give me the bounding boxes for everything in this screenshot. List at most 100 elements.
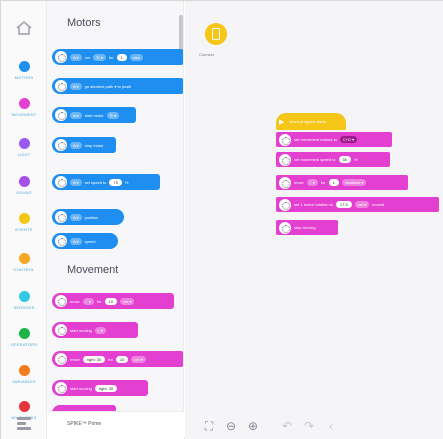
block-set-movement-motors[interactable]: set movement motors to C+D ▾ xyxy=(276,132,392,147)
hub-port-icon xyxy=(55,211,67,223)
category-movement[interactable]: MOVEMENT xyxy=(1,98,47,117)
home-icon[interactable] xyxy=(15,19,33,37)
category-control[interactable]: CONTROL xyxy=(1,253,47,272)
direction-dropdown[interactable]: ↻ ▾ xyxy=(93,53,106,61)
value-input[interactable]: 1 xyxy=(116,53,127,61)
block-move-for[interactable]: move ↑ ▾ for 10 cm ▾ xyxy=(52,293,174,309)
hub-port-icon xyxy=(279,133,291,146)
block-stop-motor[interactable]: A ▾ stop motor xyxy=(52,137,116,153)
category-label: CONTROL xyxy=(13,267,35,272)
hub-selector-bar[interactable]: SPIKE™ Prime xyxy=(47,411,184,439)
category-events[interactable]: EVENTS xyxy=(1,213,47,232)
category-light[interactable]: LIGHT xyxy=(1,138,47,157)
hub-port-icon xyxy=(55,382,67,394)
block-set-motor-rotation[interactable]: set 1 motor rotation to 17.5 cm ▾ moved xyxy=(276,197,439,212)
unit-dropdown[interactable]: rota xyxy=(129,53,143,61)
block-text: for xyxy=(320,180,326,185)
block-start-moving-steer[interactable]: start moving right: 30 xyxy=(52,380,148,396)
hub-name: SPIKE™ Prime xyxy=(67,421,102,427)
direction-dropdown[interactable]: ↑ ▾ xyxy=(94,326,106,334)
port-dropdown[interactable]: A ▾ xyxy=(70,82,82,90)
category-dot xyxy=(18,291,30,302)
redo-icon[interactable]: ↷ xyxy=(302,419,316,433)
port-dropdown[interactable]: A ▾ xyxy=(70,237,82,245)
block-motor-go-to-position[interactable]: A ▾ go shortest path ▾ to positi xyxy=(52,78,183,94)
port-dropdown[interactable]: A ▾ xyxy=(70,111,82,119)
category-dot xyxy=(18,253,30,264)
block-text: position xyxy=(84,214,99,220)
category-dot xyxy=(18,328,30,339)
port-dropdown[interactable]: A ▾ xyxy=(70,178,82,186)
category-dot xyxy=(18,401,30,412)
category-label: MOVEMENT xyxy=(11,112,37,117)
category-operators[interactable]: OPERATORS xyxy=(1,328,47,347)
undo-icon[interactable]: ↶ xyxy=(280,419,294,433)
steering-input[interactable]: right: 30 xyxy=(82,355,106,363)
programming-canvas[interactable]: Connect ▶ when program starts set moveme… xyxy=(185,1,443,439)
block-move-steer-for[interactable]: move right: 30 for 10 cm ▾ xyxy=(52,351,183,367)
hub-port-icon xyxy=(279,221,291,234)
motors-dropdown[interactable]: C+D ▾ xyxy=(339,136,358,143)
category-variables[interactable]: VARIABLES xyxy=(1,365,47,384)
block-text: for xyxy=(96,298,102,304)
category-dot xyxy=(18,138,30,149)
hub-port-icon xyxy=(55,109,67,121)
category-dot xyxy=(18,365,30,376)
unit-dropdown[interactable]: cm ▾ xyxy=(131,355,146,363)
value-input[interactable]: 10 xyxy=(115,355,129,363)
block-motor-position-reporter[interactable]: A ▾ position xyxy=(52,209,124,225)
hub-port-icon xyxy=(279,153,291,166)
unit-dropdown[interactable]: rotations ▾ xyxy=(341,179,367,186)
direction-dropdown[interactable]: ↻ ▾ xyxy=(106,111,120,119)
hub-port-icon xyxy=(55,176,67,188)
zoom-in-icon[interactable]: ⊕ xyxy=(246,419,260,433)
port-dropdown[interactable]: A ▾ xyxy=(70,141,82,149)
block-start-moving[interactable]: start moving ↑ ▾ xyxy=(52,322,138,338)
collapse-icon[interactable]: ‹ xyxy=(324,419,338,433)
fit-to-screen-icon[interactable]: ⛶ xyxy=(202,419,216,433)
canvas-toolbar: ⛶ ⊖ ⊕ ↶ ↷ ‹ xyxy=(202,419,338,434)
unit-dropdown[interactable]: cm ▾ xyxy=(354,201,370,208)
category-rail: MOTORS MOVEMENT LIGHT SOUND EVENTS CONTR… xyxy=(1,1,47,439)
unit-dropdown[interactable]: cm ▾ xyxy=(120,297,135,305)
category-motors[interactable]: MOTORS xyxy=(1,61,47,80)
extensions-icon[interactable] xyxy=(15,415,33,431)
direction-dropdown[interactable]: ↑ ▾ xyxy=(306,179,318,186)
block-set-movement-speed[interactable]: set movement speed to 50 % xyxy=(276,152,390,167)
block-text: go shortest path ▾ to positi xyxy=(84,83,132,89)
hub-port-icon xyxy=(55,51,67,63)
block-text: when program starts xyxy=(289,119,326,124)
block-text: for xyxy=(108,54,114,60)
value-input[interactable]: 75 xyxy=(109,178,122,186)
block-set-speed[interactable]: A ▾ set speed to 75 % xyxy=(52,174,160,190)
block-text: set movement motors to xyxy=(294,137,337,142)
connect-button[interactable] xyxy=(205,23,227,45)
value-input[interactable]: 10 xyxy=(104,297,118,305)
unit-text: % xyxy=(124,179,129,185)
hub-port-icon xyxy=(55,324,67,336)
direction-dropdown[interactable]: ↑ ▾ xyxy=(82,297,94,305)
value-input[interactable]: 50 xyxy=(338,156,352,163)
connect-label: Connect xyxy=(199,52,214,57)
zoom-out-icon[interactable]: ⊖ xyxy=(224,419,238,433)
hat-block-when-program-starts[interactable]: ▶ when program starts xyxy=(276,113,346,130)
block-text: start moving xyxy=(70,327,92,333)
category-label: EVENTS xyxy=(15,227,33,232)
port-dropdown[interactable]: A ▾ xyxy=(70,213,82,221)
block-text: start moving xyxy=(70,385,92,391)
category-label: VARIABLES xyxy=(12,379,36,384)
block-start-motor[interactable]: A ▾ start motor ↻ ▾ xyxy=(52,107,136,123)
block-text: stop motor xyxy=(84,142,104,148)
port-dropdown[interactable]: A ▾ xyxy=(70,53,82,61)
block-move-for[interactable]: move ↑ ▾ for 1 rotations ▾ xyxy=(276,175,408,190)
value-input[interactable]: 1 xyxy=(328,179,339,186)
block-motor-speed-reporter[interactable]: A ▾ speed xyxy=(52,233,118,249)
block-text: set 1 motor rotation to xyxy=(294,202,333,207)
value-input[interactable]: 17.5 xyxy=(335,201,352,208)
block-motor-run-for[interactable]: A ▾ run ↻ ▾ for 1 rota xyxy=(52,49,183,65)
category-sound[interactable]: SOUND xyxy=(1,176,47,195)
block-stop-moving[interactable]: stop moving xyxy=(276,220,338,235)
steering-input[interactable]: right: 30 xyxy=(94,384,118,392)
block-text: move xyxy=(70,356,80,362)
category-sensors[interactable]: SENSORS xyxy=(1,291,47,310)
